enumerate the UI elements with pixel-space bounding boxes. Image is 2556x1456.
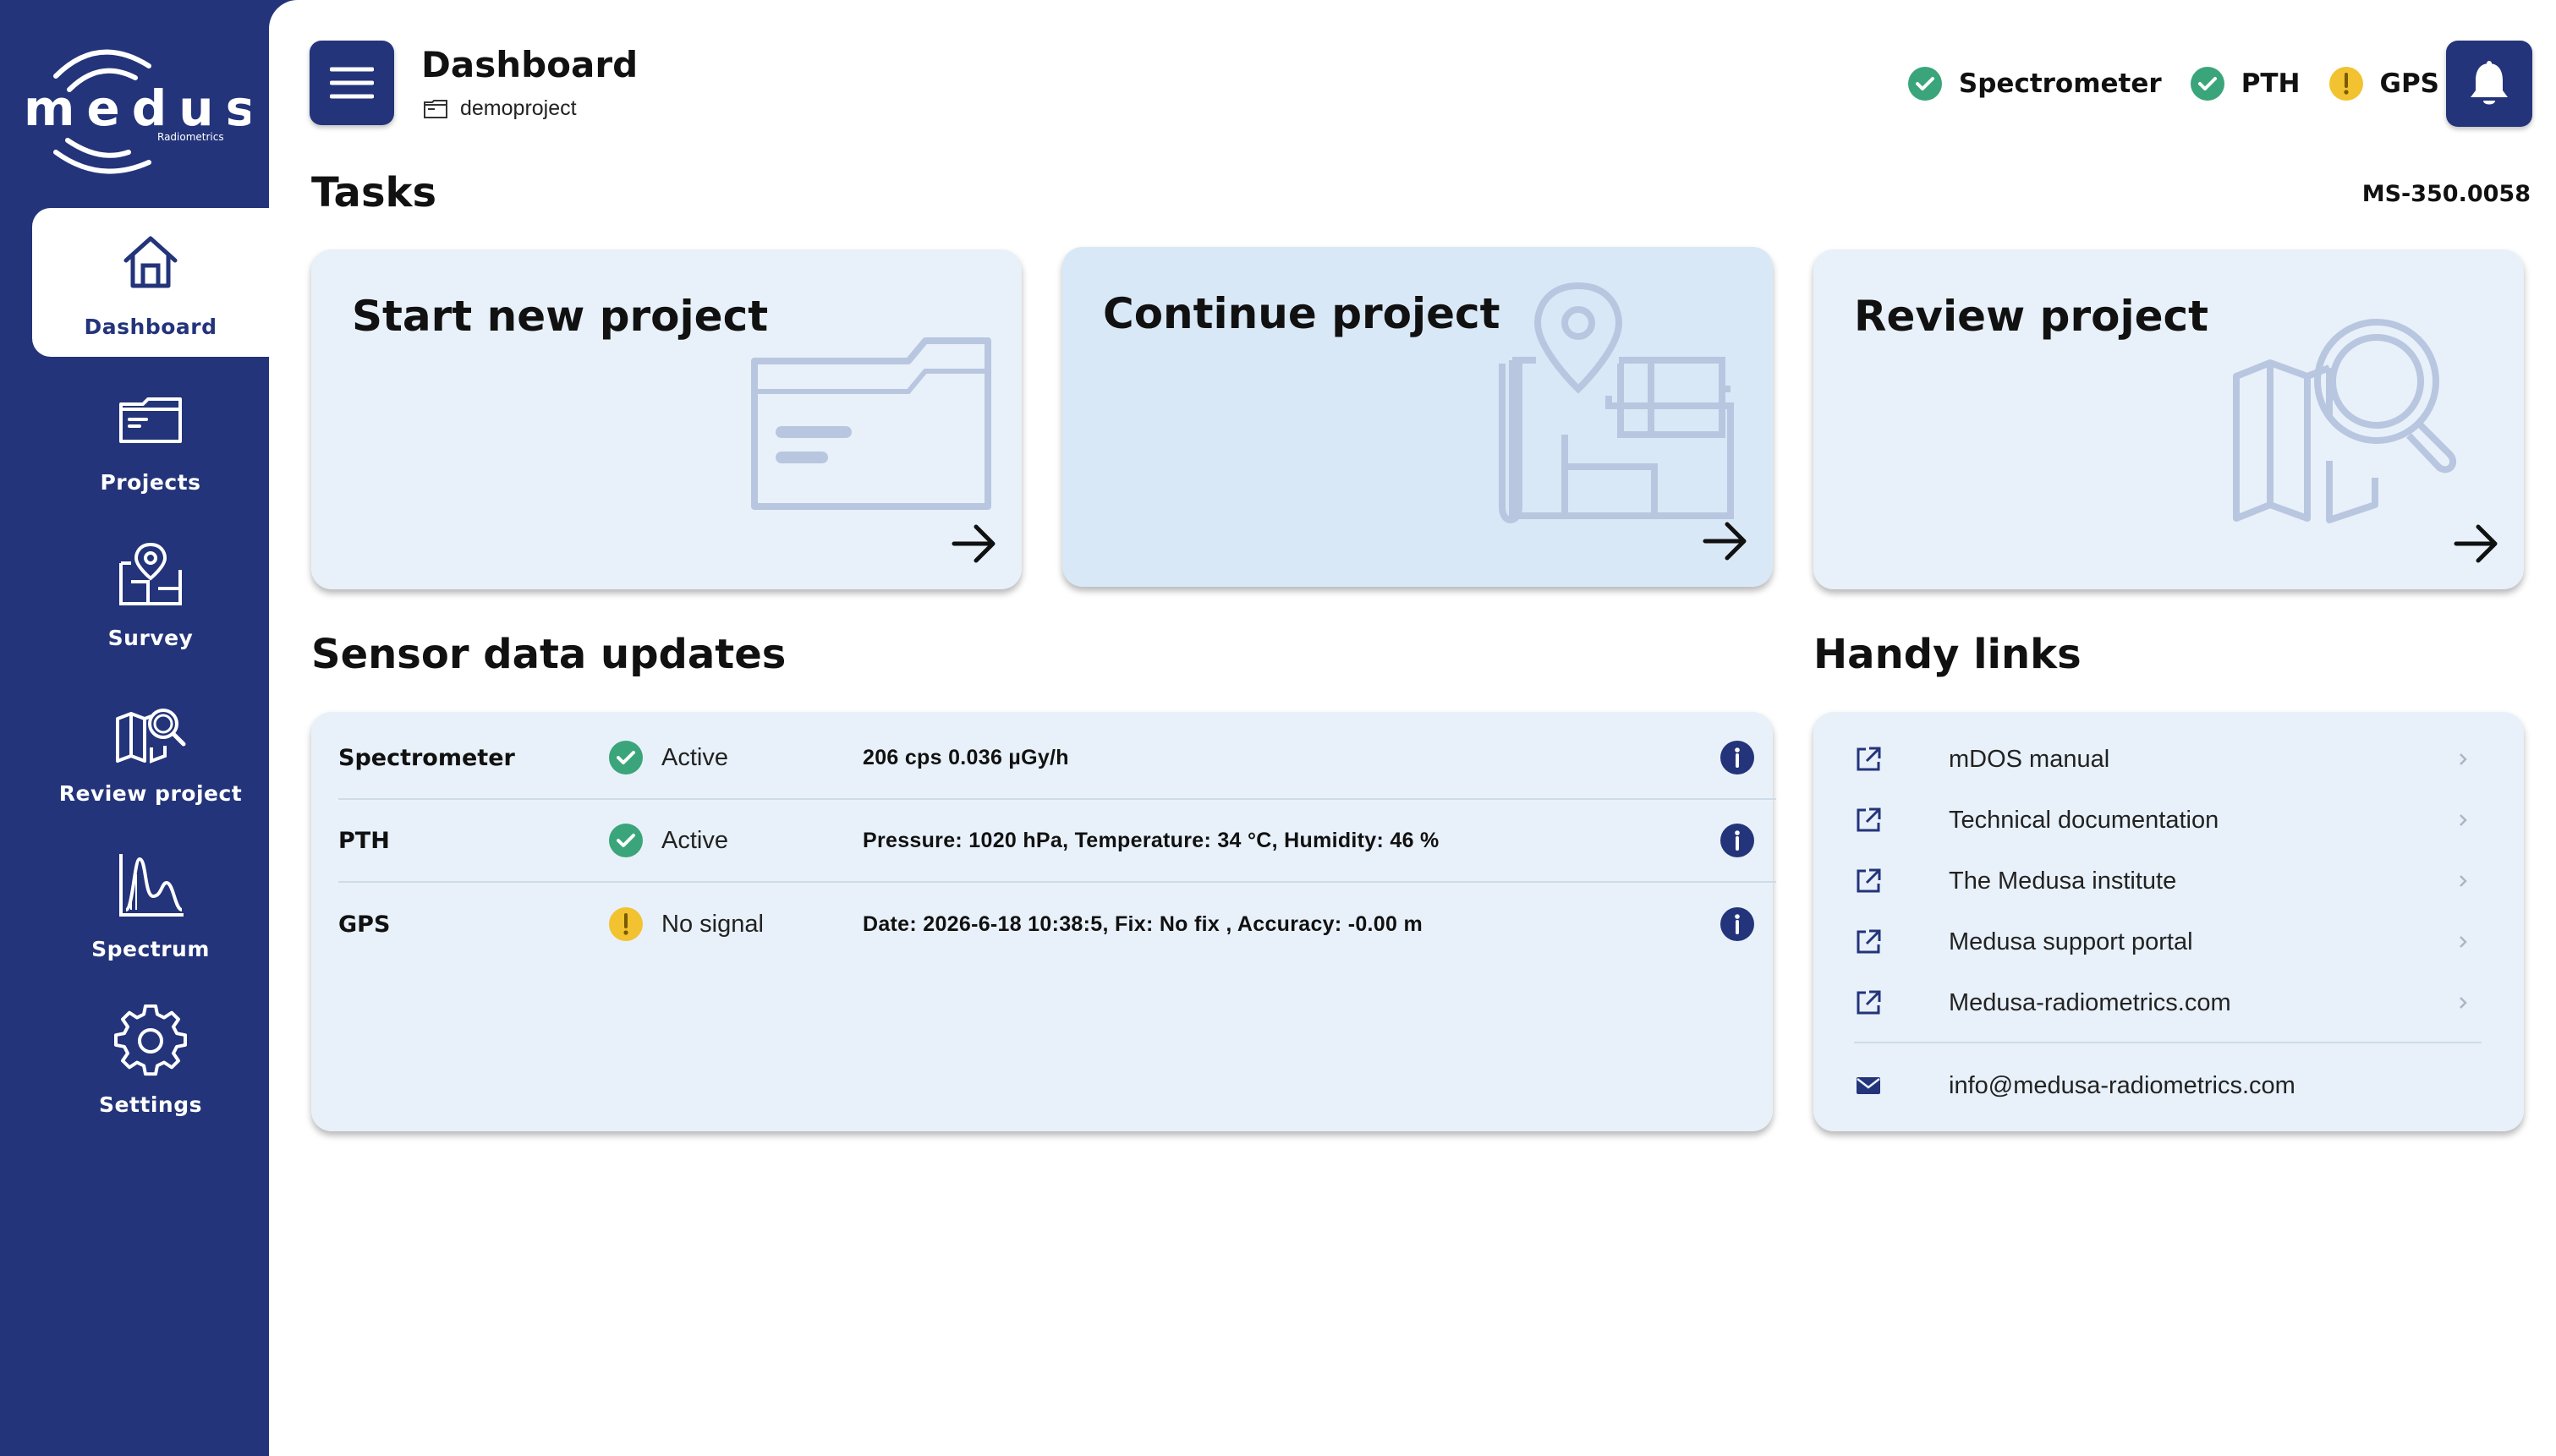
tasks-title: Tasks: [311, 169, 437, 216]
sensor-status: Active: [609, 741, 728, 775]
gear-icon: [114, 1004, 187, 1076]
arrow-right-icon: [2454, 524, 2498, 563]
chevron-right-icon: [2460, 997, 2467, 1009]
sidebar-item-dashboard[interactable]: Dashboard: [32, 208, 269, 357]
sensor-value: Date: 2026-6-18 10:38:5, Fix: No fix , A…: [863, 911, 1423, 936]
page-title: Dashboard: [421, 44, 639, 85]
folder-illustration-icon: [751, 337, 991, 510]
sidebar-item-review-project[interactable]: Review project: [32, 675, 269, 824]
arrow-right-icon: [1703, 522, 1747, 561]
brand-sub: Radiometrics: [157, 131, 224, 143]
review-project-card[interactable]: Review project: [1813, 249, 2524, 589]
sensor-name: Spectrometer: [338, 744, 515, 771]
map-pin-icon: [119, 542, 182, 605]
link-mdos-manual[interactable]: mDOS manual: [1854, 729, 2480, 790]
sidebar-item-projects[interactable]: Projects: [32, 364, 269, 512]
link-medusa-website[interactable]: Medusa-radiometrics.com: [1854, 972, 2480, 1033]
folder-icon: [424, 99, 447, 118]
sensor-value: Pressure: 1020 hPa, Temperature: 34 °C, …: [863, 828, 1440, 852]
map-search-illustration-icon: [2233, 319, 2457, 523]
brand-name: medusa: [24, 79, 250, 137]
device-status-bar: Spectrometer PTH GPS: [1879, 64, 2439, 103]
chevron-right-icon: [2460, 753, 2467, 765]
external-link-icon: [1857, 929, 1881, 954]
project-name: demoproject: [460, 96, 577, 120]
sidebar-item-label: Survey: [107, 625, 194, 650]
check-circle-icon: [2190, 67, 2224, 101]
info-icon[interactable]: [1720, 907, 1754, 941]
current-project: demoproject: [423, 96, 577, 121]
home-icon: [123, 236, 178, 287]
warning-circle-icon: [609, 907, 643, 941]
bell-icon: [2471, 61, 2508, 105]
device-serial: MS-350.0058: [2361, 181, 2531, 207]
check-circle-icon: [609, 741, 643, 775]
sensor-row-pth: PTH Active Pressure: 1020 hPa, Temperatu…: [338, 800, 1776, 883]
chevron-right-icon: [2460, 875, 2467, 887]
sidebar-item-label: Dashboard: [84, 314, 217, 339]
sidebar-item-label: Projects: [100, 469, 201, 495]
external-link-icon: [1857, 990, 1881, 1015]
sidebar-item-label: Settings: [98, 1092, 202, 1117]
external-link-icon: [1857, 868, 1881, 893]
divider: [1854, 1042, 2482, 1043]
handy-links-title: Handy links: [1813, 631, 2082, 678]
sidebar-item-survey[interactable]: Survey: [32, 519, 269, 668]
sensor-value: 206 cps 0.036 µGy/h: [863, 745, 1069, 769]
start-new-project-card[interactable]: Start new project: [311, 249, 1022, 589]
sensor-row-gps: GPS No signal Date: 2026-6-18 10:38:5, F…: [338, 883, 1776, 966]
map-pin-illustration-icon: [1499, 282, 1734, 523]
info-icon[interactable]: [1720, 741, 1754, 775]
check-circle-icon: [1907, 67, 1942, 101]
link-medusa-institute[interactable]: The Medusa institute: [1854, 851, 2480, 911]
sensor-name: GPS: [338, 911, 391, 938]
arrow-right-icon: [952, 524, 996, 563]
card-title: Continue project: [1103, 289, 1500, 338]
menu-button[interactable]: [310, 41, 394, 125]
sidebar-item-label: Review project: [58, 780, 243, 806]
sidebar-item-label: Spectrum: [91, 936, 210, 961]
chevron-right-icon: [2460, 814, 2467, 826]
sidebar-item-settings[interactable]: Settings: [32, 986, 269, 1135]
sensor-data-title: Sensor data updates: [311, 631, 787, 678]
main-content: Dashboard demoproject Spectrometer PTH G…: [269, 0, 2556, 1456]
handy-links-panel: mDOS manual Technical documentation The …: [1813, 712, 2524, 1131]
hamburger-icon: [330, 67, 374, 99]
check-circle-icon: [609, 824, 643, 857]
info-icon[interactable]: [1720, 824, 1754, 857]
medusa-logo: medusa Radiometrics: [22, 34, 299, 186]
notifications-button[interactable]: [2446, 41, 2532, 127]
card-title: Review project: [1854, 292, 2209, 341]
chevron-right-icon: [2460, 936, 2467, 948]
sensor-row-spectrometer: Spectrometer Active 206 cps 0.036 µGy/h: [338, 717, 1776, 800]
status-pth: PTH: [2190, 67, 2301, 101]
sensor-name: PTH: [338, 827, 390, 854]
external-link-icon: [1857, 747, 1881, 771]
sensor-status: Active: [609, 824, 728, 857]
card-title: Start new project: [352, 292, 769, 341]
folder-icon: [119, 397, 182, 443]
map-search-icon: [116, 708, 186, 764]
sensor-status: No signal: [609, 907, 764, 941]
sidebar: medusa Radiometrics Dashboard Projects S…: [0, 0, 299, 1456]
sidebar-item-spectrum[interactable]: Spectrum: [32, 830, 269, 979]
sensor-data-panel: Spectrometer Active 206 cps 0.036 µGy/h …: [311, 712, 1776, 1131]
status-spectrometer: Spectrometer: [1907, 67, 2162, 101]
status-gps: GPS: [2328, 67, 2439, 101]
spectrum-icon: [119, 853, 184, 917]
mail-icon: [1857, 1077, 1880, 1094]
warning-circle-icon: [2328, 67, 2363, 101]
link-email[interactable]: info@medusa-radiometrics.com: [1854, 1055, 2480, 1116]
external-link-icon: [1857, 807, 1881, 832]
continue-project-card[interactable]: Continue project: [1062, 247, 1773, 587]
link-technical-documentation[interactable]: Technical documentation: [1854, 790, 2480, 851]
link-support-portal[interactable]: Medusa support portal: [1854, 911, 2480, 972]
